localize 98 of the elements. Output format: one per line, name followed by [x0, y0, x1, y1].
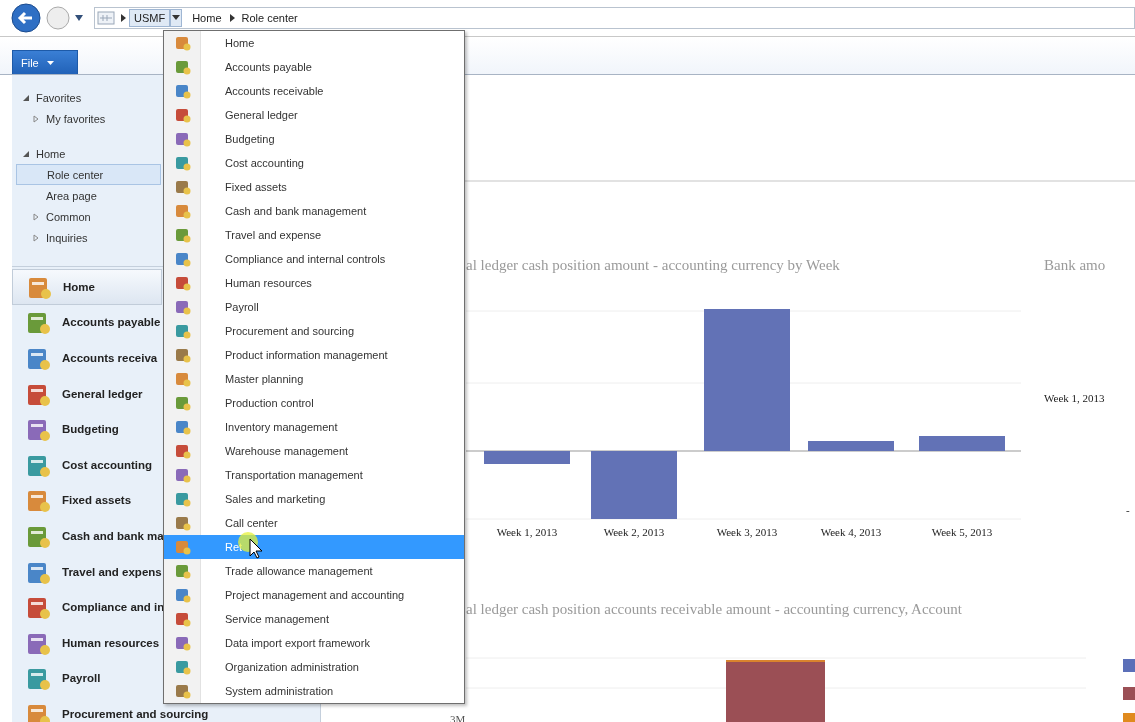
module-item[interactable]: Accounts payable — [12, 304, 165, 341]
module-item[interactable]: Home — [12, 269, 162, 305]
menu-item[interactable]: Warehouse management — [164, 439, 464, 463]
module-icon — [174, 179, 191, 195]
module-icon — [174, 59, 191, 75]
company-dropdown-button[interactable] — [170, 9, 183, 27]
module-icon — [174, 587, 191, 603]
axis-label: Week 5, 2013 — [931, 526, 993, 538]
module-icon — [174, 467, 191, 483]
menu-item[interactable]: Master planning — [164, 367, 464, 391]
menu-item[interactable]: Budgeting — [164, 127, 464, 151]
module-item[interactable]: General ledger — [12, 375, 147, 412]
menu-item[interactable]: Production control — [164, 391, 464, 415]
collapsed-icon[interactable] — [32, 212, 40, 221]
module-icon — [174, 395, 191, 411]
menu-item[interactable]: Procurement and sourcing — [164, 319, 464, 343]
module-icon — [174, 563, 191, 579]
module-item[interactable]: Human resources — [12, 624, 164, 661]
module-item[interactable]: Cost accounting — [12, 446, 157, 483]
chart-title: al ledger cash position accounts receivable amount - accounting currency, Account — [465, 600, 963, 618]
axis-label: - — [1125, 504, 1131, 516]
module-item[interactable]: Payroll — [12, 660, 105, 697]
axis-label: Week 1, 2013 — [1044, 392, 1106, 404]
module-icon — [174, 107, 191, 123]
menu-item[interactable]: Product information management — [164, 343, 464, 367]
tree-item[interactable]: Home — [16, 143, 72, 164]
module-icon — [174, 371, 191, 387]
module-icon — [174, 323, 191, 339]
file-menu-button[interactable]: File — [12, 50, 78, 74]
module-icon — [174, 227, 191, 243]
legend-swatch — [1123, 659, 1135, 672]
caret-icon — [46, 60, 54, 65]
menu-item[interactable]: Cost accounting — [164, 151, 464, 175]
axis-label: Week 2, 2013 — [603, 526, 665, 538]
axis-label: Week 4, 2013 — [820, 526, 882, 538]
menu-item[interactable]: Accounts payable — [164, 55, 464, 79]
menu-item[interactable]: Travel and expense — [164, 223, 464, 247]
module-icon — [174, 611, 191, 627]
breadcrumb-link[interactable]: Role center — [237, 12, 302, 24]
chart-title: Bank amo — [1044, 256, 1107, 274]
menu-item[interactable]: Transportation management — [164, 463, 464, 487]
expanded-icon[interactable] — [22, 93, 30, 102]
module-item[interactable]: Fixed assets — [12, 482, 136, 519]
menu-item[interactable]: Sales and marketing — [164, 487, 464, 511]
module-icon — [174, 347, 191, 363]
menu-item[interactable]: Inventory management — [164, 415, 464, 439]
module-icon — [174, 131, 191, 147]
tree-item[interactable]: Role center — [16, 164, 161, 185]
tree-item[interactable]: My favorites — [16, 108, 112, 129]
module-icon — [174, 419, 191, 435]
company-selector[interactable]: USMF — [129, 9, 171, 27]
caret-icon — [172, 15, 181, 21]
module-icon — [174, 539, 191, 555]
menu-item[interactable]: Data import export framework — [164, 631, 464, 655]
menu-item[interactable]: Home — [164, 31, 464, 55]
module-item[interactable]: Accounts receiva — [12, 340, 162, 376]
menu-item[interactable]: Compliance and internal controls — [164, 247, 464, 271]
tree-item[interactable]: Inquiries — [16, 227, 94, 248]
expanded-icon[interactable] — [22, 149, 30, 158]
collapsed-icon[interactable] — [32, 114, 40, 123]
module-item[interactable]: Travel and expens — [12, 553, 166, 590]
collapsed-icon[interactable] — [32, 233, 40, 242]
tree-item[interactable]: Area page — [16, 185, 103, 206]
tree-item[interactable]: Favorites — [16, 87, 88, 108]
menu-item[interactable]: Payroll — [164, 295, 464, 319]
menu-item[interactable]: Human resources — [164, 271, 464, 295]
menu-item[interactable]: Cash and bank management — [164, 199, 464, 223]
menu-item[interactable]: General ledger — [164, 103, 464, 127]
module-icon — [174, 443, 191, 459]
menu-item[interactable]: Fixed assets — [164, 175, 464, 199]
module-icon — [174, 683, 191, 699]
menu-item[interactable]: Service management — [164, 607, 464, 631]
axis-label: Week 3, 2013 — [716, 526, 778, 538]
module-icon — [174, 35, 191, 51]
menu-item[interactable]: Organization administration — [164, 655, 464, 679]
module-icon — [174, 491, 191, 507]
tree-item[interactable]: Common — [16, 206, 97, 227]
chart-title: al ledger cash position amount - accounting currency by Week — [466, 256, 841, 274]
legend-swatch — [1123, 687, 1135, 700]
module-dropdown-menu[interactable] — [163, 30, 465, 704]
back-button[interactable] — [10, 2, 42, 34]
legend-swatch — [1123, 713, 1135, 722]
menu-item[interactable]: Trade allowance management — [164, 559, 464, 583]
module-icon — [174, 275, 191, 291]
axis-label: Week 1, 2013 — [496, 526, 558, 538]
module-item[interactable]: Budgeting — [12, 411, 123, 447]
module-icon — [174, 515, 191, 531]
module-icon — [174, 659, 191, 675]
history-dropdown-icon[interactable] — [74, 14, 84, 22]
module-icon — [174, 635, 191, 651]
module-icon — [174, 203, 191, 219]
menu-item[interactable]: Project management and accounting — [164, 583, 464, 607]
module-icon — [174, 155, 191, 171]
module-icon — [174, 299, 191, 315]
module-icon — [174, 251, 191, 267]
module-icon — [174, 83, 191, 99]
breadcrumb-link[interactable]: Home — [188, 12, 226, 24]
menu-item[interactable]: Accounts receivable — [164, 79, 464, 103]
